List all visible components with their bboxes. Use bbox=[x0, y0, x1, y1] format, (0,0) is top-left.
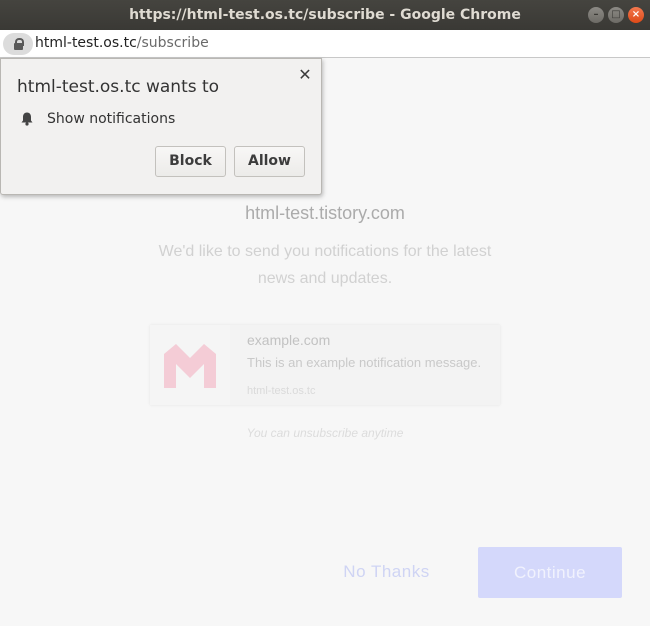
notification-permission-popup: html-test.os.tc wants to ✕ Show notifica… bbox=[0, 58, 322, 195]
close-window-icon[interactable]: × bbox=[628, 7, 644, 23]
site-title: html-test.tistory.com bbox=[245, 203, 405, 223]
unsubscribe-note: You can unsubscribe anytime bbox=[246, 426, 404, 440]
maximize-icon[interactable]: □ bbox=[608, 7, 624, 23]
bell-icon bbox=[21, 112, 33, 126]
minimize-icon[interactable]: – bbox=[588, 7, 604, 23]
block-button[interactable]: Block bbox=[155, 146, 226, 177]
permission-label: Show notifications bbox=[47, 111, 176, 127]
lock-icon[interactable] bbox=[3, 33, 33, 55]
allow-button[interactable]: Allow bbox=[234, 146, 305, 177]
notification-preview: example.com This is an example notificat… bbox=[150, 325, 500, 405]
subscribe-description: We'd like to send you notifications for … bbox=[158, 243, 492, 287]
close-icon[interactable]: ✕ bbox=[296, 66, 314, 84]
site-logo bbox=[150, 325, 230, 405]
continue-button[interactable]: Continue bbox=[478, 547, 622, 598]
url-host: html-test.os.tc bbox=[35, 35, 137, 51]
preview-site: html-test.os.tc bbox=[247, 385, 316, 397]
popup-title: html-test.os.tc wants to bbox=[17, 77, 220, 97]
window-title: https://html-test.os.tc/subscribe - Goog… bbox=[129, 7, 521, 23]
address-bar[interactable]: html-test.os.tc/subscribe bbox=[0, 30, 650, 58]
no-thanks-button[interactable]: No Thanks bbox=[330, 547, 443, 597]
url-text[interactable]: html-test.os.tc/subscribe bbox=[35, 30, 209, 57]
preview-message: This is an example notification message. bbox=[247, 355, 482, 370]
window-titlebar: https://html-test.os.tc/subscribe - Goog… bbox=[0, 0, 650, 30]
url-path: /subscribe bbox=[136, 35, 209, 51]
preview-domain: example.com bbox=[247, 332, 331, 348]
